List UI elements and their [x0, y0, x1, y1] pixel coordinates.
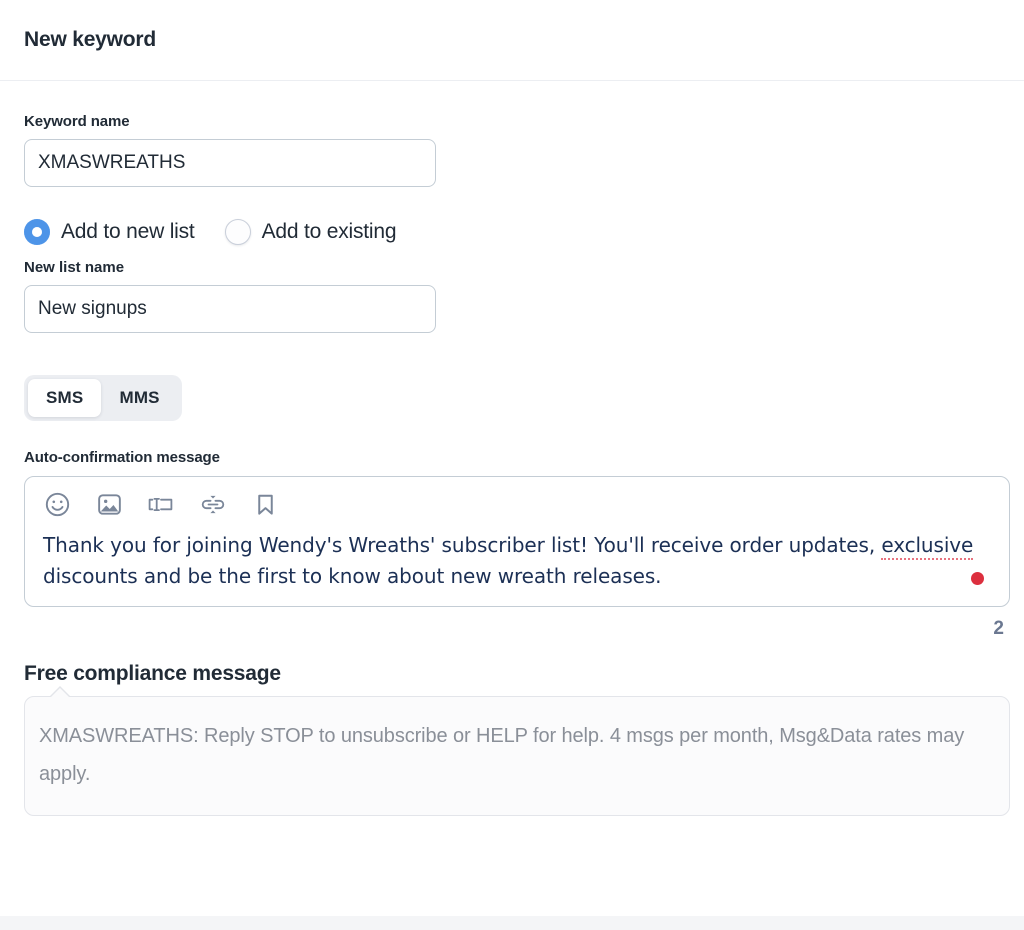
image-icon[interactable]: [89, 488, 129, 520]
bottom-strip: [0, 916, 1024, 930]
compliance-message-box: XMASWREATHS: Reply STOP to unsubscribe o…: [24, 696, 1010, 816]
page-header: New keyword: [0, 0, 1024, 81]
message-type-segmented-control: SMS MMS: [24, 375, 182, 421]
composer-text-before: Thank you for joining Wendy's Wreaths' s…: [43, 533, 881, 557]
radio-add-to-new-list-label: Add to new list: [61, 220, 195, 244]
auto-confirmation-label: Auto-confirmation message: [24, 449, 1000, 466]
keyword-name-input[interactable]: XMASWREATHS: [24, 139, 436, 187]
bookmark-icon[interactable]: [245, 488, 285, 520]
radio-add-to-existing-label: Add to existing: [262, 220, 397, 244]
auto-confirmation-composer[interactable]: Thank you for joining Wendy's Wreaths' s…: [24, 476, 1010, 607]
radio-add-to-new-list[interactable]: Add to new list: [24, 219, 195, 245]
merge-field-icon[interactable]: [141, 488, 181, 520]
radio-add-to-existing[interactable]: Add to existing: [225, 219, 397, 245]
misspelled-word: exclusive: [881, 533, 973, 560]
keyword-name-label: Keyword name: [24, 113, 1000, 130]
list-mode-radio-group: Add to new list Add to existing: [24, 219, 1000, 245]
status-badge: [971, 572, 984, 585]
segment-sms[interactable]: SMS: [28, 379, 101, 417]
composer-toolbar: [25, 477, 1009, 524]
segment-count: 2: [24, 618, 1010, 640]
link-icon[interactable]: [193, 488, 233, 520]
auto-confirmation-text[interactable]: Thank you for joining Wendy's Wreaths' s…: [25, 524, 1009, 592]
emoji-icon[interactable]: [37, 488, 77, 520]
radio-selected-icon[interactable]: [24, 219, 50, 245]
new-list-name-input[interactable]: New signups: [24, 285, 436, 333]
segment-mms[interactable]: MMS: [101, 379, 177, 417]
page-body: Keyword name XMASWREATHS Add to new list…: [0, 113, 1024, 816]
composer-text-after: discounts and be the first to know about…: [43, 564, 661, 588]
radio-unselected-icon[interactable]: [225, 219, 251, 245]
compliance-message-text: XMASWREATHS: Reply STOP to unsubscribe o…: [39, 717, 985, 793]
new-keyword-page: New keyword Keyword name XMASWREATHS Add…: [0, 0, 1024, 930]
page-title: New keyword: [24, 28, 156, 52]
compliance-message-label: Free compliance message: [24, 662, 1000, 686]
new-list-name-label: New list name: [24, 259, 1000, 276]
